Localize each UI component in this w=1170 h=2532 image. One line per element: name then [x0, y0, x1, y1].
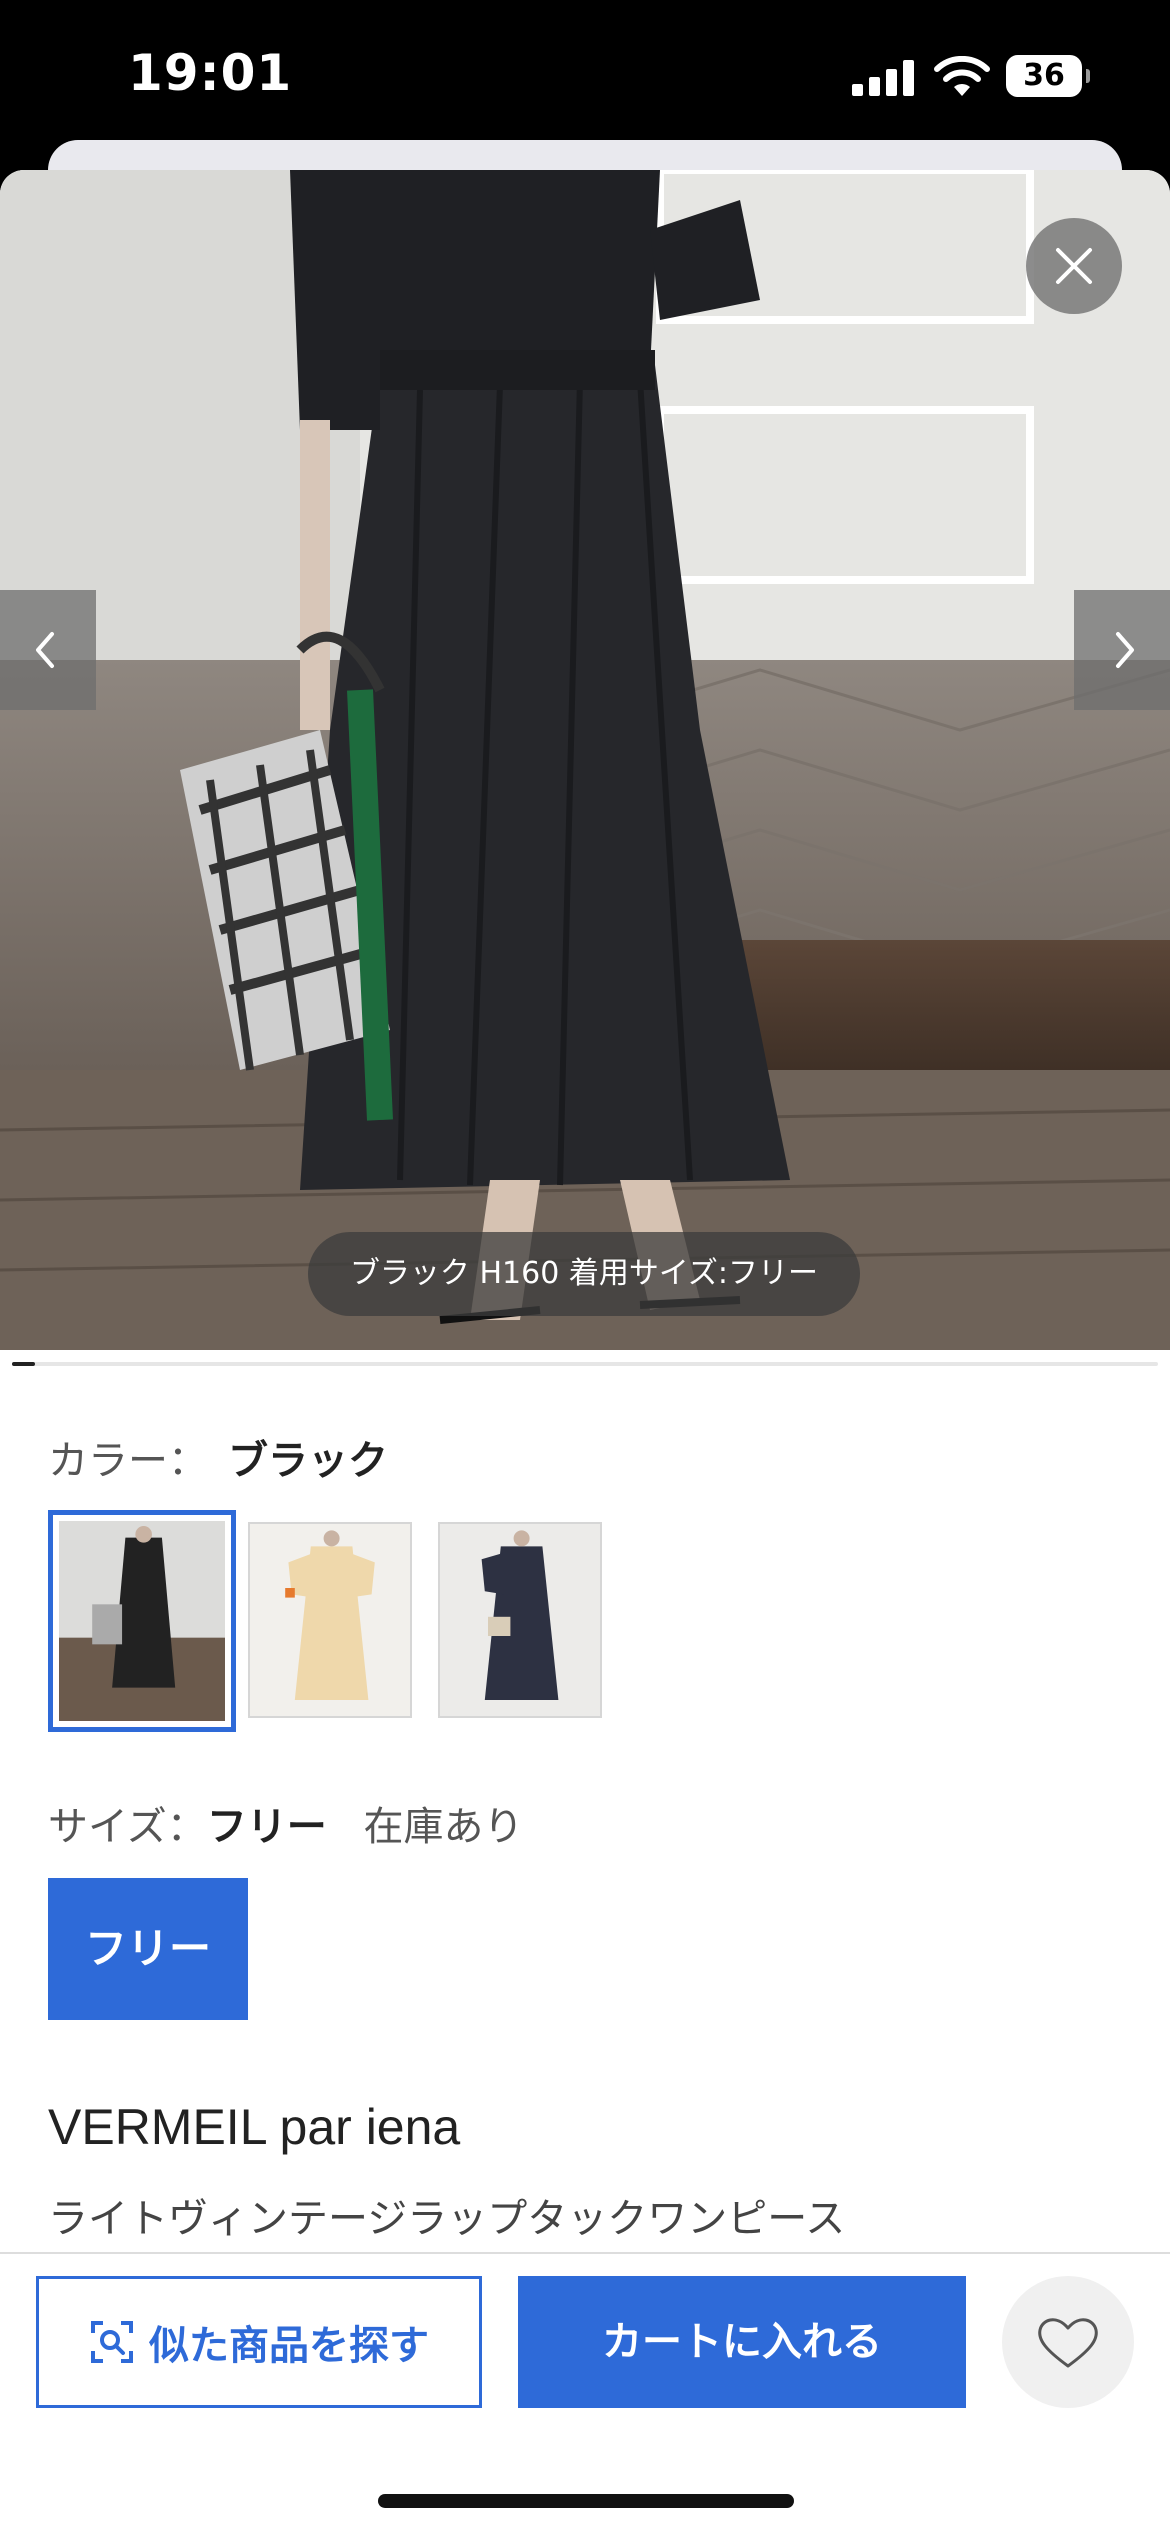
- swatch-navy[interactable]: [438, 1522, 602, 1718]
- color-value: ブラック: [228, 1438, 388, 1484]
- size-row: サイズ：フリー 在庫あり: [48, 1794, 524, 1852]
- home-indicator: [378, 2494, 794, 2508]
- swatch-black[interactable]: [48, 1510, 236, 1732]
- close-icon: [1056, 248, 1092, 284]
- product-name: ライトヴィンテージラップタックワンピース: [48, 2196, 846, 2242]
- brand-name[interactable]: VERMEIL par iena: [48, 2098, 460, 2156]
- color-label: カラー：: [48, 1438, 208, 1484]
- color-swatches: [48, 1510, 608, 1732]
- heart-icon: [1038, 2318, 1098, 2368]
- gallery-progress-fill: [12, 1362, 35, 1366]
- chevron-right-icon: [1116, 632, 1134, 668]
- next-image-button[interactable]: [1074, 590, 1170, 710]
- swatch-black-image: [59, 1521, 225, 1721]
- battery-icon: 36: [1006, 55, 1090, 97]
- product-photo[interactable]: ブラック H160 着用サイズ:フリー: [0, 170, 1170, 1350]
- product-modal: ブラック H160 着用サイズ:フリー カラー： ブラック サイズ：フリー 在庫…: [0, 170, 1170, 2532]
- find-similar-label: 似た商品を探す: [149, 2323, 429, 2369]
- status-bar: 19:01 36: [0, 0, 1170, 150]
- favorite-button[interactable]: [1002, 2276, 1134, 2408]
- size-label: サイズ：: [48, 1804, 207, 1850]
- stock-status: 在庫あり: [363, 1804, 524, 1850]
- gallery-progress-bar: [12, 1362, 1158, 1366]
- find-similar-button[interactable]: 似た商品を探す: [36, 2276, 482, 2408]
- wifi-icon: [934, 56, 990, 96]
- previous-image-button[interactable]: [0, 590, 96, 710]
- size-value: フリー: [206, 1804, 327, 1850]
- product-photo-image: [0, 170, 1170, 1350]
- action-bar: 似た商品を探す カートに入れる: [0, 2252, 1170, 2532]
- swatch-beige-image: [250, 1524, 410, 1716]
- battery-level: 36: [1006, 55, 1082, 97]
- status-time: 19:01: [128, 44, 293, 102]
- chevron-left-icon: [36, 632, 54, 668]
- visual-search-icon: [91, 2321, 133, 2363]
- color-row: カラー： ブラック: [48, 1428, 388, 1486]
- swatch-beige[interactable]: [248, 1522, 412, 1718]
- close-button[interactable]: [1026, 218, 1122, 314]
- size-option-free[interactable]: フリー: [48, 1878, 248, 2020]
- photo-caption: ブラック H160 着用サイズ:フリー: [308, 1232, 860, 1316]
- add-to-cart-button[interactable]: カートに入れる: [518, 2276, 966, 2408]
- cellular-signal-icon: [852, 60, 914, 96]
- swatch-navy-image: [440, 1524, 600, 1716]
